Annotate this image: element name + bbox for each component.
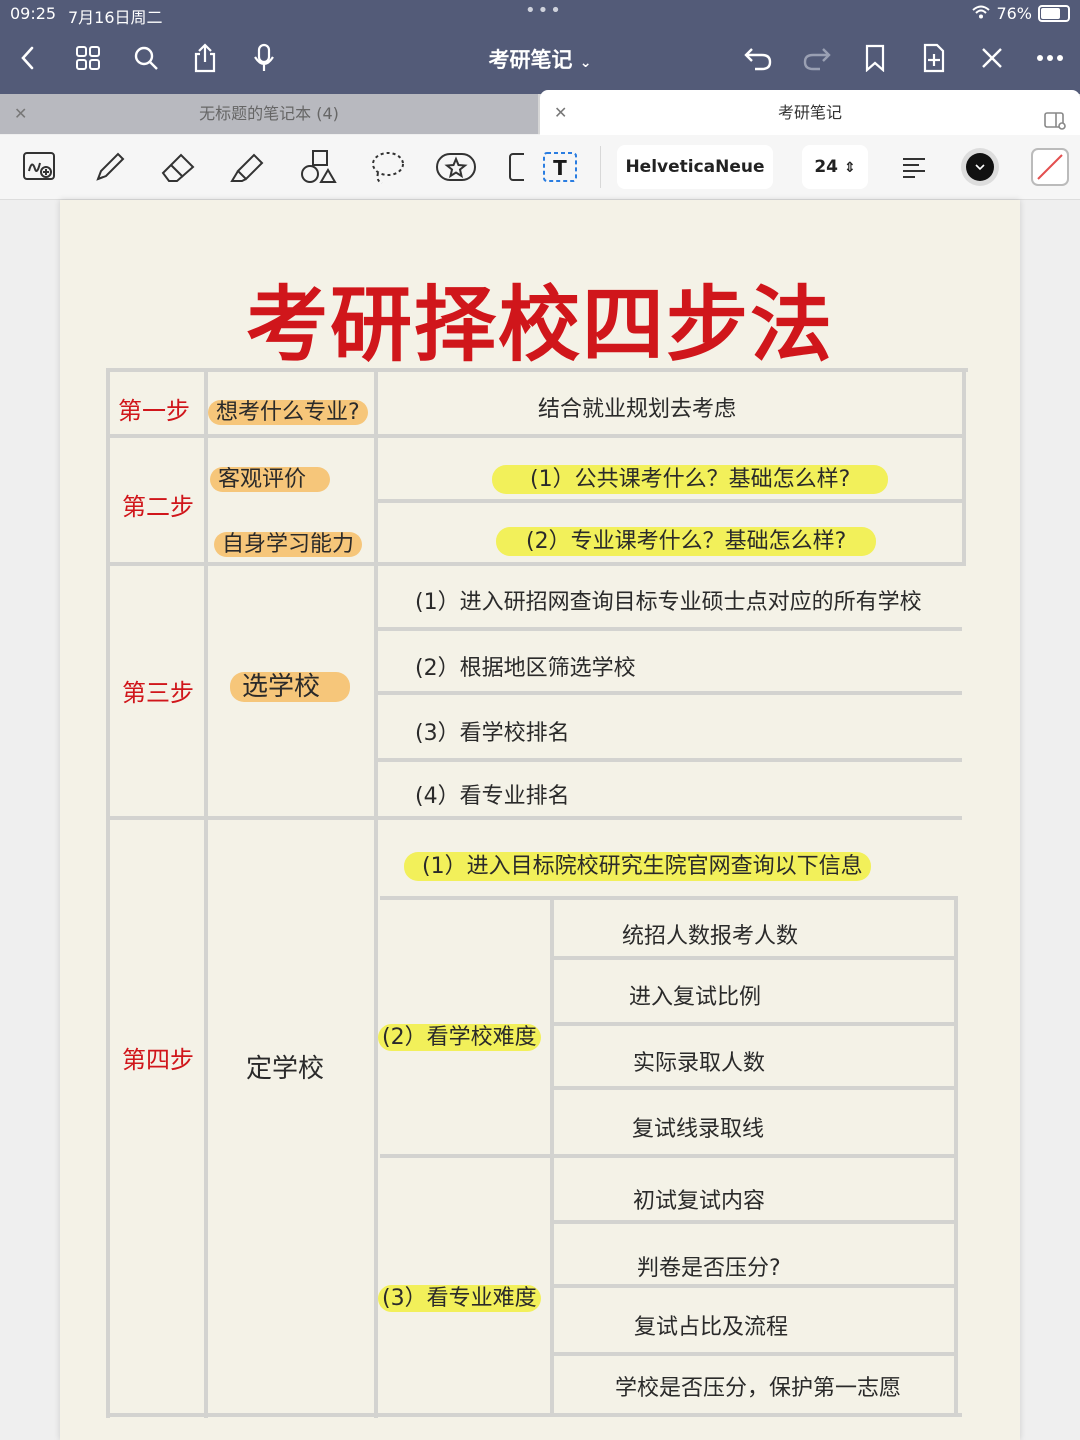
step1-detail: 结合就业规划去考虑 [538, 397, 737, 422]
color-picker-icon[interactable] [958, 145, 1002, 189]
step2-q1-text: 客观评价 [210, 467, 331, 492]
step4-sub2-item-3: 实际录取人数 [633, 1051, 766, 1076]
step2-item-1: (1）公共课考什么？基础怎么样? [492, 461, 889, 494]
back-icon[interactable] [10, 40, 46, 76]
svg-text:T: T [553, 156, 567, 180]
step4-sub2-item-4: 复试线录取线 [632, 1117, 765, 1142]
font-selector[interactable]: HelveticaNeue [617, 145, 773, 189]
share-icon[interactable] [187, 40, 223, 76]
pen-icon[interactable] [88, 145, 132, 189]
step2-item-2-text: (2）专业课考什么？基础怎么样? [496, 527, 877, 556]
battery-percent: 76% [996, 4, 1032, 23]
sticker-icon[interactable] [434, 145, 478, 189]
step4-sub2-item-1: 统招人数报考人数 [622, 924, 799, 949]
chevron-updown-icon: ⇕ [843, 160, 856, 176]
step3-question-text: 选学校 [230, 672, 351, 702]
tab-label: 考研笔记 [777, 103, 842, 122]
grid-icon[interactable] [70, 40, 106, 76]
step4-item-1-text: (1）进入目标院校研究生院官网查询以下信息 [404, 852, 871, 881]
step3-item-1: (1）进入研招网查询目标专业硕士点对应的所有学校 [415, 590, 922, 615]
step4-question: 定学校 [246, 1054, 325, 1084]
handwriting-icon[interactable] [18, 145, 62, 189]
step1-question-text: 想考什么专业? [208, 400, 368, 425]
lasso-icon[interactable] [365, 145, 409, 189]
add-page-icon[interactable] [916, 40, 952, 76]
status-right: 76% [972, 4, 1070, 23]
status-date: 7月16日周二 [68, 8, 163, 27]
step4-sub2-item-2: 进入复试比例 [629, 985, 762, 1010]
step2-label: 第二步 [122, 493, 194, 521]
step4-sub2-text: (2）看学校难度 [378, 1024, 541, 1051]
text-tool-icon[interactable]: T [538, 145, 582, 189]
step3-item-2: (2）根据地区筛选学校 [415, 656, 636, 681]
status-time: 09:25 [10, 4, 57, 23]
step3-question: 选学校 [230, 666, 351, 703]
step3-item-4: (4）看专业排名 [415, 784, 570, 809]
microphone-icon[interactable] [246, 40, 282, 76]
step2-q2: 自身学习能力 [214, 526, 363, 558]
eraser-icon[interactable] [157, 145, 201, 189]
step2-item-2: (2）专业课考什么？基础怎么样? [496, 523, 877, 556]
step2-item-1-text: (1）公共课考什么？基础怎么样? [492, 465, 889, 494]
step3-item-3: (3）看学校排名 [415, 721, 570, 746]
tab-kaoyan-notes[interactable]: ✕ 考研笔记 [540, 90, 1080, 135]
step3-label: 第三步 [122, 679, 194, 707]
step4-sub3-text: (3）看专业难度 [378, 1285, 541, 1312]
multitask-dots-icon[interactable]: ••• [525, 0, 563, 21]
tab-label: 无标题的笔记本 (4) [199, 104, 339, 123]
chevron-down-icon: ⌄ [579, 55, 592, 71]
toolbar-divider [600, 146, 601, 188]
note-title: 考研择校四步法 [245, 278, 834, 373]
step2-q2-text: 自身学习能力 [214, 532, 363, 557]
close-icon[interactable]: ✕ [14, 94, 27, 134]
notebook-title[interactable]: 考研笔记 ⌄ [440, 44, 640, 74]
battery-icon [1038, 5, 1070, 22]
align-left-icon[interactable] [892, 145, 936, 189]
notebook-title-text: 考研笔记 [488, 48, 573, 72]
step4-label: 第四步 [122, 1046, 194, 1074]
close-tool-icon[interactable] [974, 40, 1010, 76]
font-size-selector[interactable]: 24 ⇕ [802, 145, 868, 189]
step1-question: 想考什么专业? [208, 394, 368, 426]
shapes-icon[interactable] [296, 145, 340, 189]
step1-label: 第一步 [118, 397, 190, 425]
step4-sub3-item-4: 学校是否压分，保护第一志愿 [615, 1376, 902, 1401]
redo-icon[interactable] [799, 40, 835, 76]
wifi-icon [972, 4, 991, 23]
tab-untitled-notebook[interactable]: ✕ 无标题的笔记本 (4) [0, 94, 538, 134]
close-icon[interactable]: ✕ [554, 90, 567, 135]
background-color-icon[interactable] [1028, 145, 1072, 189]
more-icon[interactable] [1032, 40, 1068, 76]
search-icon[interactable] [128, 40, 164, 76]
bookmark-icon[interactable] [857, 40, 893, 76]
step2-q1: 客观评价 [210, 461, 331, 493]
undo-icon[interactable] [740, 40, 776, 76]
font-size-value: 24 [814, 157, 838, 177]
step4-sub3-item-1: 初试复试内容 [633, 1189, 766, 1214]
step4-sub2: (2）看学校难度 [378, 1019, 541, 1051]
image-icon[interactable] [500, 145, 524, 189]
step4-item-1: (1）进入目标院校研究生院官网查询以下信息 [404, 848, 871, 881]
step4-sub3-item-2: 判卷是否压分? [637, 1256, 781, 1281]
highlighter-icon[interactable] [226, 145, 270, 189]
step4-sub3: (3）看专业难度 [378, 1280, 541, 1312]
step4-sub3-item-3: 复试占比及流程 [634, 1315, 789, 1340]
